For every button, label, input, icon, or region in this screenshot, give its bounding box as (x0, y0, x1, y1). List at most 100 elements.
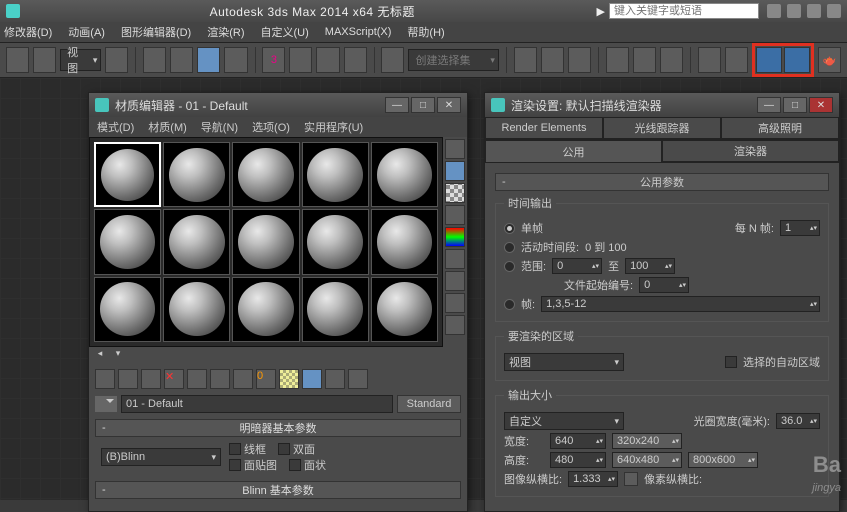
range-from-spinner[interactable]: 0 (552, 258, 602, 274)
me-menu-mode[interactable]: 模式(D) (97, 119, 134, 135)
output-size-dropdown[interactable]: 自定义 (504, 412, 624, 430)
named-selection-button[interactable] (381, 47, 404, 73)
make-copy-icon[interactable] (187, 369, 207, 389)
height-spinner[interactable]: 480 (550, 452, 606, 468)
curve-editor-button[interactable] (606, 47, 629, 73)
angle-snap-button[interactable] (289, 47, 312, 73)
area-dropdown[interactable]: 视图 (504, 353, 624, 371)
frames-input[interactable]: 1,3,5-12 (541, 296, 820, 312)
two-sided-checkbox[interactable] (278, 443, 290, 455)
play-icon[interactable]: ▶ (597, 5, 605, 18)
select-move-button[interactable] (170, 47, 193, 73)
material-slot-1[interactable] (94, 142, 161, 207)
go-to-parent-icon[interactable] (325, 369, 345, 389)
material-slot-4[interactable] (302, 142, 369, 207)
menu-maxscript[interactable]: MAXScript(X) (325, 26, 392, 38)
show-end-result-icon[interactable] (302, 369, 322, 389)
backlight-icon[interactable] (445, 161, 465, 181)
help-search-input[interactable] (609, 3, 759, 19)
material-slot-6[interactable] (94, 209, 161, 274)
pick-material-icon[interactable] (95, 396, 117, 412)
tab-render-elements[interactable]: Render Elements (485, 117, 603, 139)
preset-640x480-button[interactable]: 640x480 (612, 452, 682, 468)
select-by-material-icon[interactable] (445, 293, 465, 313)
every-nth-spinner[interactable]: 1 (780, 220, 820, 236)
range-radio[interactable] (504, 261, 515, 272)
auto-region-checkbox[interactable] (725, 356, 737, 368)
material-editor-titlebar[interactable]: 材质编辑器 - 01 - Default — □ ✕ (89, 93, 467, 117)
get-material-icon[interactable] (95, 369, 115, 389)
material-editor-button[interactable] (660, 47, 683, 73)
favorites-icon[interactable] (787, 4, 801, 18)
rendered-frame-button[interactable] (725, 47, 748, 73)
percent-snap-button[interactable] (316, 47, 339, 73)
single-frame-radio[interactable] (504, 223, 515, 234)
me-menu-utilities[interactable]: 实用程序(U) (304, 119, 363, 135)
material-map-navigator-icon[interactable] (445, 315, 465, 335)
me-menu-material[interactable]: 材质(M) (148, 119, 187, 135)
reset-map-icon[interactable]: ✕ (164, 369, 184, 389)
background-icon[interactable] (445, 183, 465, 203)
shader-basic-params-header[interactable]: 明暗器基本参数 (95, 419, 461, 437)
mirror-button[interactable] (514, 47, 537, 73)
lock-aspect-icon[interactable] (624, 472, 638, 486)
preset-320x240-button[interactable]: 320x240 (612, 433, 682, 449)
make-unique-icon[interactable] (210, 369, 230, 389)
redo-button[interactable] (33, 47, 56, 73)
render-settings-titlebar[interactable]: 渲染设置: 默认扫描线渲染器 — □ ✕ (485, 93, 839, 117)
show-map-icon[interactable] (279, 369, 299, 389)
put-to-library-icon[interactable] (233, 369, 253, 389)
menu-graph-editors[interactable]: 图形编辑器(D) (121, 24, 191, 40)
material-slot-7[interactable] (163, 209, 230, 274)
material-type-button[interactable]: Standard (397, 395, 461, 413)
render-iterative-button[interactable] (784, 47, 810, 73)
blinn-basic-params-header[interactable]: Blinn 基本参数 (95, 481, 461, 499)
shader-type-dropdown[interactable]: (B)Blinn (101, 448, 221, 466)
scroll-down-icon[interactable]: ▾ (111, 347, 125, 359)
minimize-button[interactable]: — (385, 97, 409, 113)
scroll-left-icon[interactable]: ◂ (93, 347, 107, 359)
video-color-icon[interactable] (445, 227, 465, 247)
material-slot-9[interactable] (302, 209, 369, 274)
schematic-view-button[interactable] (633, 47, 656, 73)
layer-manager-button[interactable] (568, 47, 591, 73)
binoculars-icon[interactable] (767, 4, 781, 18)
frames-radio[interactable] (504, 299, 515, 310)
help-icon[interactable] (827, 4, 841, 18)
menu-help[interactable]: 帮助(H) (407, 24, 444, 40)
material-slot-14[interactable] (302, 277, 369, 342)
active-segment-radio[interactable] (504, 242, 515, 253)
align-button[interactable] (541, 47, 564, 73)
snap-3-button[interactable]: 3 (262, 47, 285, 73)
select-rotate-button[interactable] (197, 47, 220, 73)
material-slot-3[interactable] (232, 142, 299, 207)
material-name-dropdown[interactable]: 01 - Default (121, 395, 393, 413)
sample-type-icon[interactable] (445, 139, 465, 159)
me-menu-options[interactable]: 选项(O) (252, 119, 290, 135)
tab-common[interactable]: 公用 (485, 140, 662, 162)
image-aspect-spinner[interactable]: 1.333 (568, 471, 618, 487)
menu-rendering[interactable]: 渲染(R) (207, 24, 244, 40)
aperture-spinner[interactable]: 36.0 (776, 413, 820, 429)
go-forward-icon[interactable] (348, 369, 368, 389)
tab-renderer[interactable]: 渲染器 (662, 140, 839, 162)
me-menu-navigation[interactable]: 导航(N) (201, 119, 238, 135)
material-slot-15[interactable] (371, 277, 438, 342)
select-scale-button[interactable] (224, 47, 247, 73)
width-spinner[interactable]: 640 (550, 433, 606, 449)
tab-advanced-lighting[interactable]: 高级照明 (721, 117, 839, 139)
material-slot-10[interactable] (371, 209, 438, 274)
login-icon[interactable] (807, 4, 821, 18)
menu-animation[interactable]: 动画(A) (68, 24, 105, 40)
material-id-icon[interactable]: 0 (256, 369, 276, 389)
tab-raytracer[interactable]: 光线跟踪器 (603, 117, 721, 139)
close-button[interactable]: ✕ (809, 97, 833, 113)
select-object-button[interactable] (143, 47, 166, 73)
faceted-checkbox[interactable] (289, 459, 301, 471)
spinner-snap-button[interactable] (344, 47, 367, 73)
render-production-button[interactable] (756, 47, 782, 73)
material-slot-8[interactable] (232, 209, 299, 274)
close-button[interactable]: ✕ (437, 97, 461, 113)
reference-coord-dropdown[interactable]: 视图 (60, 49, 101, 71)
put-to-scene-icon[interactable] (118, 369, 138, 389)
